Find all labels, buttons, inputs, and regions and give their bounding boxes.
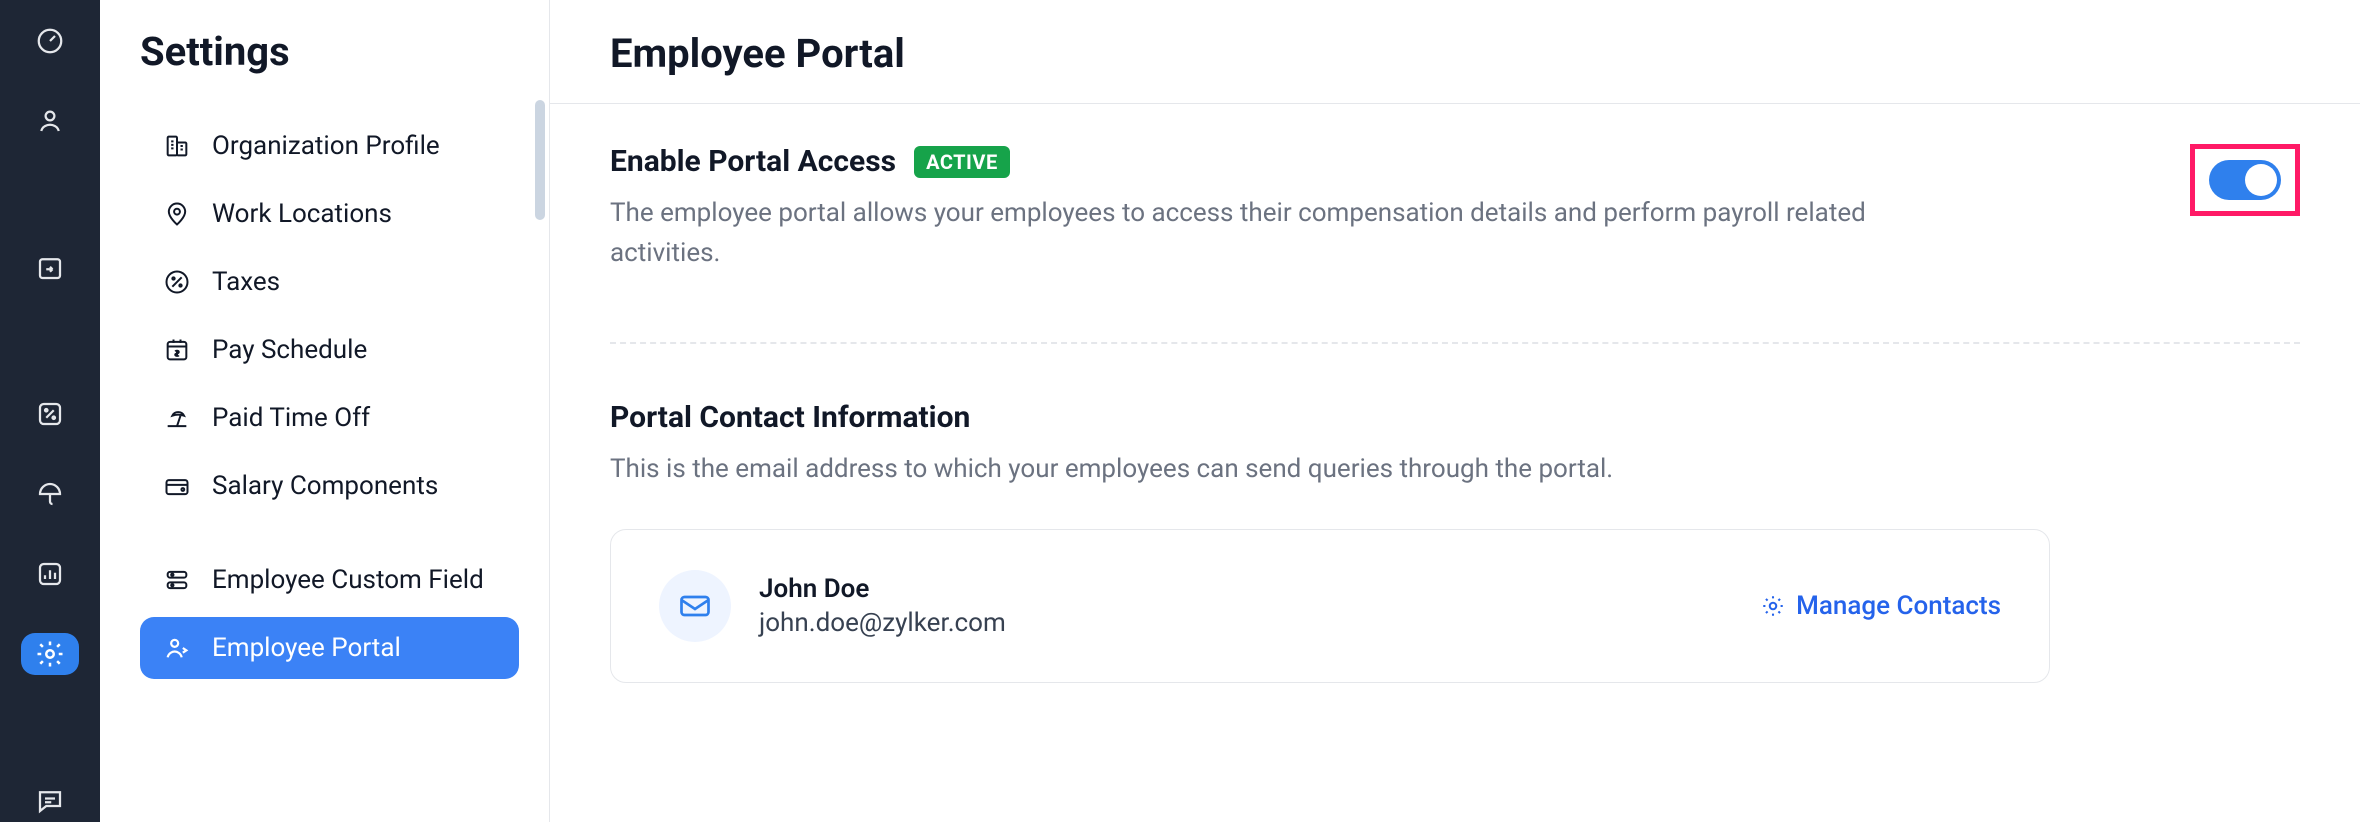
enable-portal-section: Enable Portal Access ACTIVE The employee…: [610, 144, 2300, 274]
building-icon: [162, 131, 192, 161]
sidebar-item-label: Paid Time Off: [212, 403, 370, 433]
enable-portal-toggle[interactable]: [2209, 160, 2281, 200]
contact-section-description: This is the email address to which your …: [610, 449, 2300, 489]
section-divider: [610, 342, 2300, 344]
sidebar-item-organization-profile[interactable]: Organization Profile: [140, 115, 519, 177]
chart-icon: [35, 559, 65, 589]
sidebar-item-taxes[interactable]: Taxes: [140, 251, 519, 313]
settings-list: Organization Profile Work Locations Taxe…: [140, 115, 519, 679]
status-badge: ACTIVE: [914, 146, 1010, 178]
calendar-dollar-icon: [162, 335, 192, 365]
contact-name: John Doe: [759, 574, 1006, 604]
sidebar-item-employee-portal[interactable]: Employee Portal: [140, 617, 519, 679]
contact-section-heading: Portal Contact Information: [610, 400, 2300, 435]
manage-contacts-label: Manage Contacts: [1796, 591, 2001, 621]
gear-small-icon: [1760, 593, 1786, 619]
sidebar-item-label: Salary Components: [212, 471, 438, 501]
umbrella-icon: [35, 479, 65, 509]
page-body: Enable Portal Access ACTIVE The employee…: [550, 104, 2360, 822]
manage-contacts-link[interactable]: Manage Contacts: [1760, 591, 2001, 621]
mail-icon: [659, 570, 731, 642]
rail-taxes[interactable]: [21, 394, 79, 436]
rail-chat[interactable]: [21, 780, 79, 822]
contact-email: john.doe@zylker.com: [759, 608, 1006, 638]
rail-reports[interactable]: [21, 553, 79, 595]
sidebar-item-label: Pay Schedule: [212, 335, 367, 365]
chat-icon: [35, 786, 65, 816]
beach-icon: [162, 403, 192, 433]
person-icon: [35, 106, 65, 136]
location-icon: [162, 199, 192, 229]
gear-icon: [35, 639, 65, 669]
sidebar-item-label: Organization Profile: [212, 131, 440, 161]
gauge-icon: [35, 26, 65, 56]
sidebar-item-label: Employee Portal: [212, 633, 401, 663]
rail-benefits[interactable]: [21, 473, 79, 515]
settings-title: Settings: [140, 28, 519, 75]
contact-card: John Doe john.doe@zylker.com Manage Cont…: [610, 529, 2050, 683]
rail-employees[interactable]: [21, 100, 79, 142]
enable-portal-description: The employee portal allows your employee…: [610, 193, 1960, 274]
sidebar-spacer: [140, 523, 519, 543]
sidebar-item-label: Employee Custom Field: [212, 565, 484, 595]
sidebar-item-employee-custom-field[interactable]: Employee Custom Field: [140, 549, 519, 611]
sidebar-item-paid-time-off[interactable]: Paid Time Off: [140, 387, 519, 449]
portal-contact-section: Portal Contact Information This is the e…: [610, 400, 2300, 683]
toggle-knob: [2245, 164, 2277, 196]
page-title: Employee Portal: [610, 30, 2300, 77]
rail-settings[interactable]: [21, 633, 79, 675]
rail-payruns[interactable]: [21, 247, 79, 289]
sidebar-scrollbar[interactable]: [535, 100, 545, 220]
percent-icon: [162, 267, 192, 297]
sidebar-item-salary-components[interactable]: Salary Components: [140, 455, 519, 517]
contact-card-left: John Doe john.doe@zylker.com: [659, 570, 1006, 642]
sidebar-item-label: Work Locations: [212, 199, 392, 229]
main-content: Employee Portal Enable Portal Access ACT…: [550, 0, 2360, 822]
app-icon-rail: [0, 0, 100, 822]
custom-field-icon: [162, 565, 192, 595]
person-portal-icon: [162, 633, 192, 663]
sidebar-item-work-locations[interactable]: Work Locations: [140, 183, 519, 245]
percent-box-icon: [35, 399, 65, 429]
settings-sidebar: Settings Organization Profile Work Locat…: [100, 0, 550, 822]
wallet-icon: [162, 471, 192, 501]
rail-dashboard[interactable]: [21, 20, 79, 62]
enable-portal-heading: Enable Portal Access: [610, 144, 896, 179]
calendar-arrow-icon: [35, 253, 65, 283]
sidebar-item-label: Taxes: [212, 267, 280, 297]
page-header: Employee Portal: [550, 0, 2360, 104]
enable-portal-toggle-highlight: [2190, 144, 2300, 216]
sidebar-item-pay-schedule[interactable]: Pay Schedule: [140, 319, 519, 381]
